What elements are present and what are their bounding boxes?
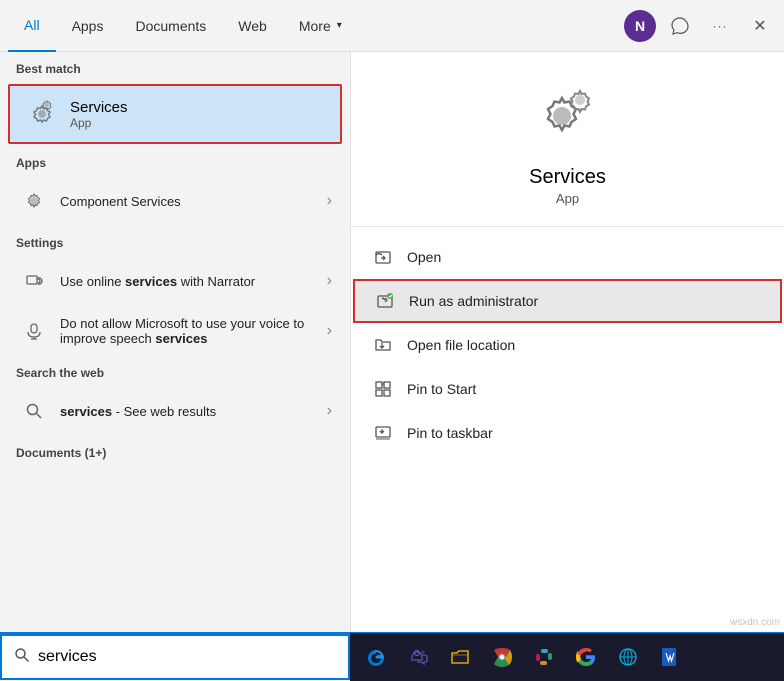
- taskbar-teams[interactable]: [400, 639, 436, 675]
- nav-right-controls: N ··· ✕: [624, 10, 776, 42]
- web-arrow: [327, 402, 332, 420]
- action-file-location-label: Open file location: [407, 337, 515, 353]
- right-actions-list: Open Run as administrator: [351, 227, 784, 463]
- settings-section-label: Settings: [0, 226, 350, 256]
- narrator-label: Use online services with Narrator: [60, 274, 327, 289]
- feedback-icon[interactable]: [664, 10, 696, 42]
- taskbar: [350, 633, 784, 681]
- search-web-icon: [18, 395, 50, 427]
- watermark: wsxdn.com: [730, 617, 780, 628]
- right-app-name: Services: [529, 166, 606, 189]
- file-location-icon: [371, 333, 395, 357]
- action-runas-label: Run as administrator: [409, 293, 538, 309]
- best-match-text: Services App: [70, 99, 128, 130]
- action-pin-start[interactable]: Pin to Start: [351, 367, 784, 411]
- component-services-icon: [18, 185, 50, 217]
- web-search-label: services - See web results: [60, 404, 327, 419]
- action-pin-taskbar[interactable]: Pin to taskbar: [351, 411, 784, 455]
- action-file-location[interactable]: Open file location: [351, 323, 784, 367]
- component-services-label: Component Services: [60, 194, 327, 209]
- right-panel: Services App Open: [350, 52, 784, 632]
- services-icon: [24, 96, 60, 132]
- best-match-subtitle: App: [70, 116, 128, 130]
- avatar[interactable]: N: [624, 10, 656, 42]
- best-match-services[interactable]: Services App: [8, 84, 342, 144]
- best-match-label: Best match: [0, 52, 350, 82]
- runas-icon: [373, 289, 397, 313]
- narrator-icon: [18, 265, 50, 297]
- more-options-icon[interactable]: ···: [704, 10, 736, 42]
- apps-section-label: Apps: [0, 146, 350, 176]
- bottom-bar: services: [0, 632, 784, 680]
- open-icon: [371, 245, 395, 269]
- taskbar-google[interactable]: [568, 639, 604, 675]
- tab-more[interactable]: More ▾: [283, 0, 358, 52]
- web-section-label: Search the web: [0, 356, 350, 386]
- tab-documents[interactable]: Documents: [119, 0, 222, 52]
- action-pin-start-label: Pin to Start: [407, 381, 476, 397]
- taskbar-word[interactable]: [652, 639, 688, 675]
- pin-taskbar-icon: [371, 421, 395, 445]
- apps-component-services[interactable]: Component Services: [4, 176, 346, 226]
- search-icon: [14, 647, 30, 668]
- taskbar-comms[interactable]: [610, 639, 646, 675]
- tab-web[interactable]: Web: [222, 0, 283, 52]
- search-area[interactable]: services: [0, 634, 350, 680]
- action-open-label: Open: [407, 249, 441, 265]
- taskbar-slack[interactable]: [526, 639, 562, 675]
- right-app-type: App: [556, 191, 579, 206]
- best-match-title: Services: [70, 99, 128, 116]
- left-panel: Best match Services App: [0, 52, 350, 632]
- main-content: Best match Services App: [0, 52, 784, 632]
- speech-label: Do not allow Microsoft to use your voice…: [60, 316, 327, 346]
- settings-narrator-item[interactable]: Use online services with Narrator: [4, 256, 346, 306]
- pin-start-icon: [371, 377, 395, 401]
- search-input[interactable]: services: [38, 648, 336, 666]
- component-services-arrow: [327, 192, 332, 210]
- taskbar-chrome[interactable]: [484, 639, 520, 675]
- action-open[interactable]: Open: [351, 235, 784, 279]
- right-app-icon: [532, 82, 604, 154]
- tab-all[interactable]: All: [8, 0, 56, 52]
- tab-apps[interactable]: Apps: [56, 0, 120, 52]
- speech-arrow: [327, 322, 332, 340]
- settings-speech-item[interactable]: Do not allow Microsoft to use your voice…: [4, 306, 346, 356]
- close-icon[interactable]: ✕: [744, 10, 776, 42]
- documents-section-label: Documents (1+): [0, 436, 350, 466]
- taskbar-edge[interactable]: [358, 639, 394, 675]
- right-app-info: Services App: [351, 52, 784, 227]
- chevron-down-icon: ▾: [337, 20, 342, 31]
- narrator-arrow: [327, 272, 332, 290]
- web-search-item[interactable]: services - See web results: [4, 386, 346, 436]
- speech-icon: [18, 315, 50, 347]
- taskbar-explorer[interactable]: [442, 639, 478, 675]
- top-navigation: All Apps Documents Web More ▾ N ··· ✕: [0, 0, 784, 52]
- action-pin-taskbar-label: Pin to taskbar: [407, 425, 493, 441]
- action-runas[interactable]: Run as administrator: [353, 279, 782, 323]
